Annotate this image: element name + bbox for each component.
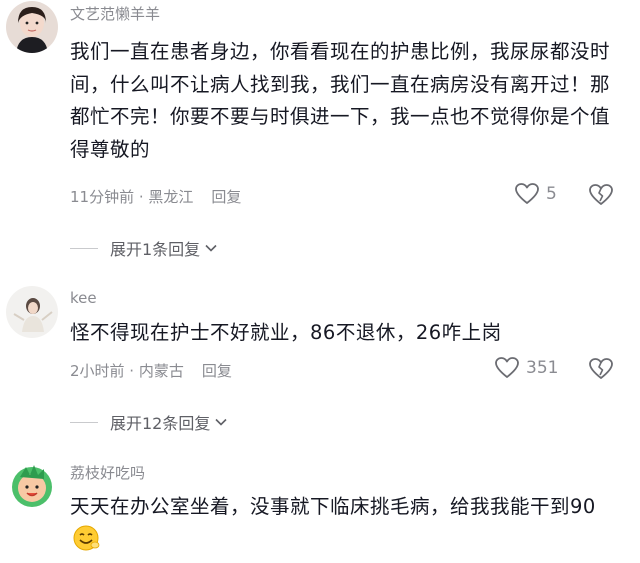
like-count: 351 [526, 358, 559, 378]
expand-replies-button[interactable]: 展开12条回复 [70, 410, 228, 434]
dislike-button[interactable] [588, 183, 614, 207]
avatar[interactable] [6, 286, 58, 338]
avatar[interactable] [6, 1, 58, 53]
like-button[interactable]: 5 [514, 182, 557, 206]
comment-meta: 11分钟前 · 黑龙江 回复 [70, 186, 241, 207]
reply-button[interactable]: 回复 [202, 362, 232, 380]
like-count: 5 [546, 184, 557, 204]
timestamp-location: 11分钟前 · 黑龙江 [70, 188, 194, 206]
heart-outline-icon [494, 356, 520, 380]
username[interactable]: kee [70, 289, 97, 307]
comment-text-body: 天天在办公室坐着，没事就下临床挑毛病，给我我能干到90 [70, 495, 596, 518]
comment-item: 荔枝好吃吗 天天在办公室坐着，没事就下临床挑毛病，给我我能干到90 [0, 455, 640, 563]
avatar[interactable] [6, 459, 58, 511]
comment-text: 天天在办公室坐着，没事就下临床挑毛病，给我我能干到90 [70, 491, 625, 556]
username[interactable]: 文艺范懒羊羊 [70, 3, 160, 24]
chevron-down-icon [204, 241, 218, 255]
broken-heart-icon [588, 357, 614, 381]
expand-replies-label: 展开12条回复 [110, 414, 211, 433]
comment-item: kee 怪不得现在护士不好就业，86不退休，26咋上岗 2小时前 · 内蒙古 回复… [0, 280, 640, 433]
chevron-down-icon [214, 415, 228, 429]
smiling-face-emoji-icon [72, 524, 100, 552]
expand-replies-button[interactable]: 展开1条回复 [70, 236, 218, 260]
username[interactable]: 荔枝好吃吗 [70, 462, 145, 483]
expand-replies-label: 展开1条回复 [110, 240, 201, 259]
divider-line [70, 247, 98, 249]
broken-heart-icon [588, 183, 614, 207]
comment-text: 我们一直在患者身边，你看看现在的护患比例，我尿尿都没时间，什么叫不让病人找到我，… [70, 40, 611, 161]
dislike-button[interactable] [588, 357, 614, 381]
comment-meta: 2小时前 · 内蒙古 回复 [70, 360, 232, 381]
heart-outline-icon [514, 182, 540, 206]
comment-text: 怪不得现在护士不好就业，86不退休，26咋上岗 [70, 321, 502, 344]
reply-button[interactable]: 回复 [211, 188, 241, 206]
divider-line [70, 421, 98, 423]
comment-item: 文艺范懒羊羊 我们一直在患者身边，你看看现在的护患比例，我尿尿都没时间，什么叫不… [0, 0, 640, 260]
timestamp-location: 2小时前 · 内蒙古 [70, 362, 184, 380]
like-button[interactable]: 351 [494, 356, 558, 380]
